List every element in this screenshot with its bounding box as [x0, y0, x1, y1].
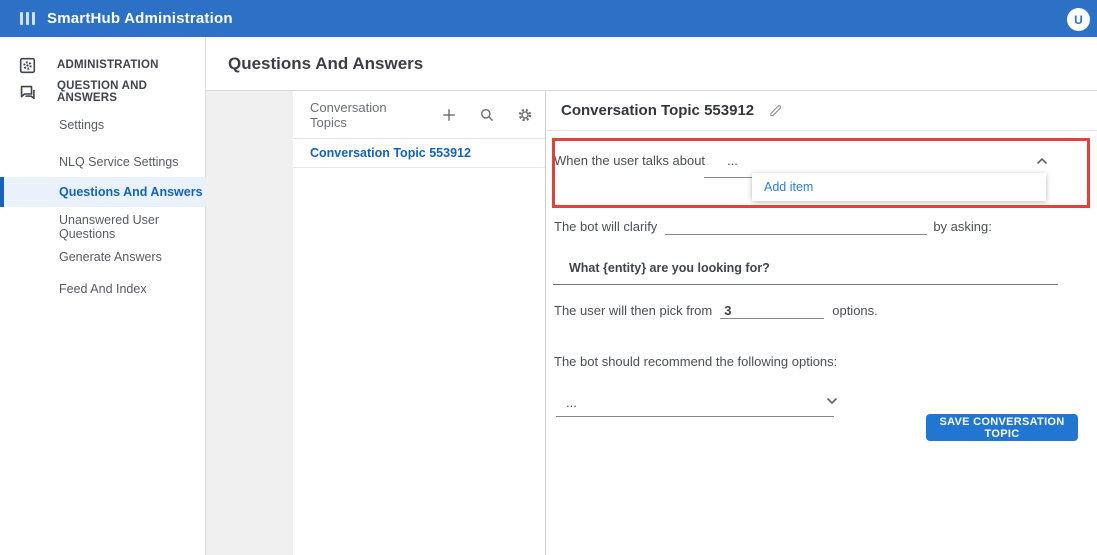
sidebar-item-feed-and-index[interactable]: Feed And Index	[0, 274, 206, 304]
sidebar-item-label: Questions And Answers	[59, 185, 203, 199]
add-item-option[interactable]: Add item	[764, 180, 813, 194]
topic-detail-panel: Conversation Topic 553912 When the user …	[545, 91, 1097, 555]
clarify-prefix: The bot will clarify	[554, 219, 657, 234]
sidebar-item-generate-answers[interactable]: Generate Answers	[0, 242, 206, 272]
sidebar-item-unanswered-user-questions[interactable]: Unanswered User Questions	[0, 212, 206, 242]
clarify-row: The bot will clarify by asking:	[554, 219, 992, 235]
sidebar-item-questions-and-answers[interactable]: Questions And Answers	[0, 177, 206, 207]
chevron-down-icon[interactable]	[824, 394, 840, 408]
sidebar-item-label: Settings	[59, 118, 104, 132]
conversation-topics-panel: Conversation Topics Conversation Topic 5…	[293, 91, 545, 555]
sidebar-item-label: Unanswered User Questions	[59, 213, 206, 241]
topics-panel-title: Conversation Topics	[310, 100, 419, 130]
talks-about-row: When the user talks about ...	[554, 153, 738, 168]
pick-count-input[interactable]	[720, 303, 824, 319]
chevron-up-icon[interactable]	[1034, 154, 1050, 168]
admin-settings-icon	[19, 57, 36, 74]
page-title: Questions And Answers	[228, 54, 423, 74]
pick-count-row: The user will then pick from options.	[554, 303, 878, 319]
recommend-select[interactable]: ...	[556, 392, 834, 417]
menu-icon[interactable]	[20, 12, 35, 25]
clarify-input[interactable]	[665, 219, 927, 235]
app-window: SmartHub Administration U ADMINISTRATION…	[0, 0, 1097, 555]
user-avatar[interactable]: U	[1067, 8, 1090, 31]
sidebar-section-label: QUESTION AND ANSWERS	[57, 80, 206, 104]
add-icon[interactable]	[441, 107, 457, 123]
sidebar: ADMINISTRATION QUESTION AND ANSWERS Sett…	[0, 37, 206, 555]
sidebar-section-label: ADMINISTRATION	[57, 59, 159, 71]
sidebar-item-settings[interactable]: Settings	[0, 110, 206, 140]
detail-header: Conversation Topic 553912	[546, 91, 1097, 131]
recommend-select-value: ...	[566, 395, 577, 410]
top-bar: SmartHub Administration U	[0, 0, 1097, 37]
talks-about-label: When the user talks about	[554, 153, 705, 168]
pick-prefix: The user will then pick from	[554, 303, 712, 318]
search-icon[interactable]	[479, 107, 495, 123]
sidebar-item-label: Generate Answers	[59, 250, 162, 264]
add-item-dropdown[interactable]: Add item	[752, 173, 1046, 201]
gear-icon[interactable]	[517, 107, 533, 123]
recommend-label: The bot should recommend the following o…	[554, 354, 837, 369]
sidebar-section-administration[interactable]: ADMINISTRATION	[0, 50, 206, 80]
pick-suffix: options.	[832, 303, 878, 318]
sidebar-item-label: Feed And Index	[59, 282, 147, 296]
forum-icon	[19, 84, 36, 101]
content-area: Conversation Topics Conversation Topic 5…	[206, 91, 1097, 555]
sidebar-item-nlq-service-settings[interactable]: NLQ Service Settings	[0, 147, 206, 177]
sidebar-section-question-and-answers[interactable]: QUESTION AND ANSWERS	[0, 77, 206, 107]
detail-title: Conversation Topic 553912	[561, 102, 754, 119]
bot-question-input[interactable]	[553, 259, 1058, 285]
edit-pencil-icon[interactable]	[768, 103, 783, 118]
app-title: SmartHub Administration	[47, 10, 233, 27]
clarify-suffix: by asking:	[933, 219, 992, 234]
sidebar-item-label: NLQ Service Settings	[59, 155, 179, 169]
talks-about-select-value[interactable]: ...	[727, 153, 738, 168]
page-header: Questions And Answers	[206, 37, 1097, 91]
topics-panel-header: Conversation Topics	[293, 91, 545, 139]
topic-list-item[interactable]: Conversation Topic 553912	[293, 139, 545, 168]
save-conversation-topic-button[interactable]: SAVE CONVERSATION TOPIC	[926, 414, 1078, 441]
topic-item-label: Conversation Topic 553912	[310, 146, 471, 160]
